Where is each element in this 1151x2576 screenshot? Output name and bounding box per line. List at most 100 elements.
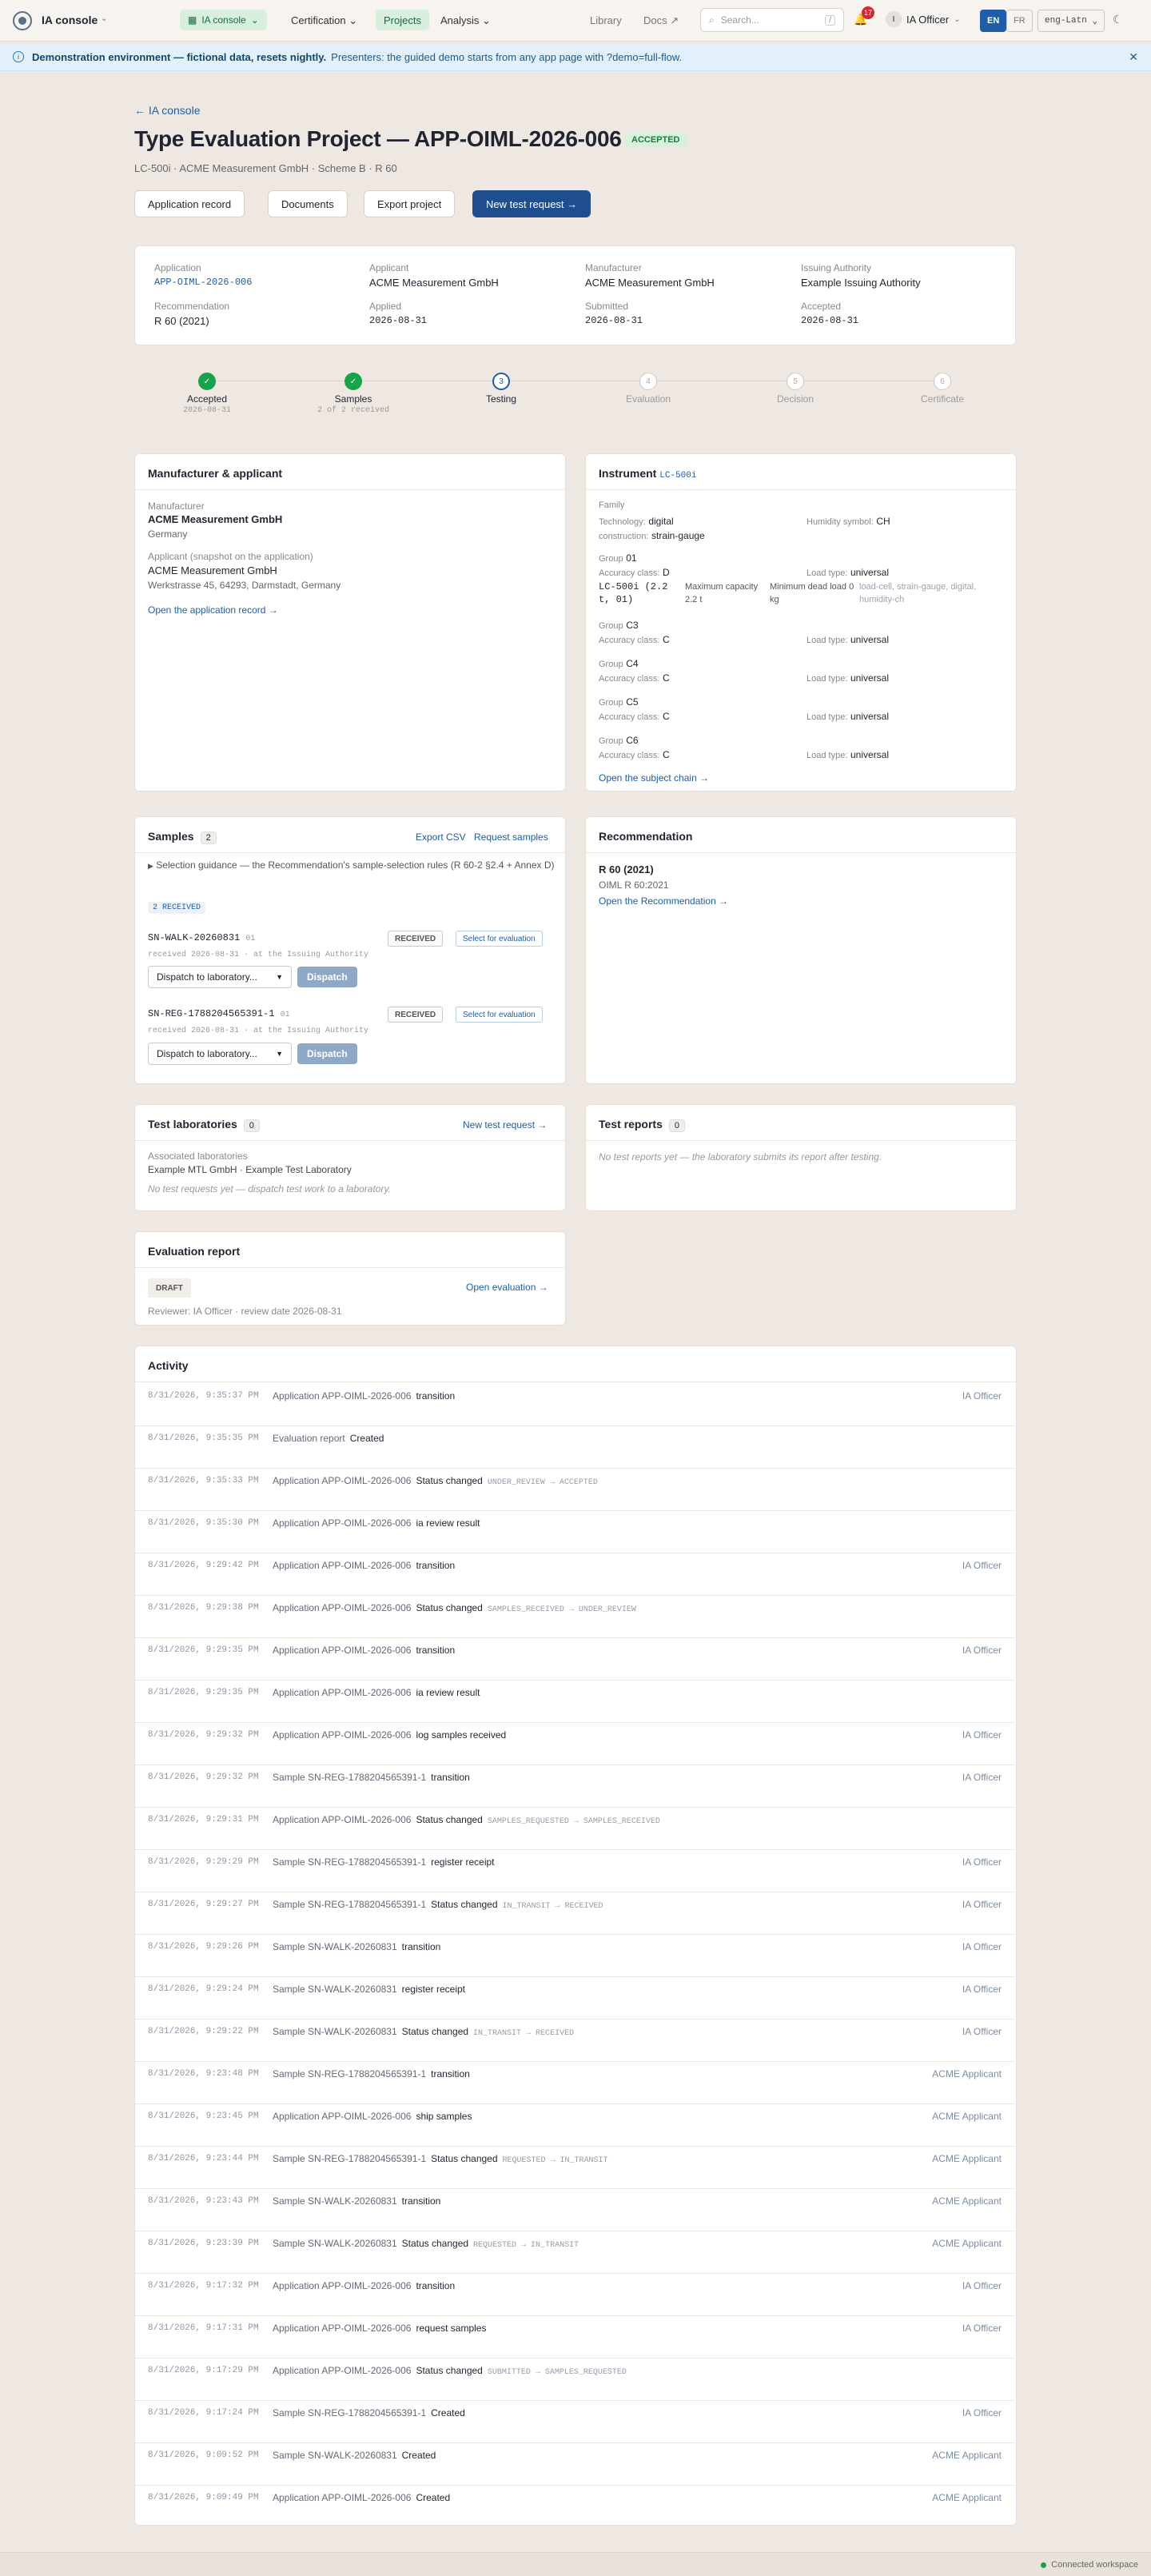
dispatch-lab-select[interactable]: Dispatch to laboratory... ▼ [148,1043,292,1065]
console-switcher[interactable]: ▦ IA console ⌄ [180,10,267,30]
submitted-label: Submitted [585,301,629,312]
step-certificate: 6 Certificate [878,373,1006,405]
close-icon[interactable]: ✕ [1129,50,1138,64]
activity-subject[interactable]: Application APP-OIML-2026-006 [273,1517,411,1529]
technology-row: Technology: digital [599,515,674,527]
activity-subject[interactable]: Sample SN-WALK-20260831 [273,2450,397,2461]
select-for-evaluation-button[interactable]: Select for evaluation [456,931,543,947]
lang-fr-button[interactable]: FR [1006,10,1033,32]
activity-subject[interactable]: Application APP-OIML-2026-006 [273,1687,411,1698]
activity-subject[interactable]: Application APP-OIML-2026-006 [273,1602,411,1613]
documents-button[interactable]: Documents [268,190,348,217]
activity-subject[interactable]: Application APP-OIML-2026-006 [273,1645,411,1656]
user-menu[interactable]: I IA Officer ⌄ [886,11,961,27]
nav-library[interactable]: Library [590,14,622,26]
activity-subject[interactable]: Application APP-OIML-2026-006 [273,1390,411,1402]
group-c6-title: Group C6 [599,734,639,746]
sample-id[interactable]: SN-WALK-20260831 01 [148,932,255,943]
activity-subject[interactable]: Application APP-OIML-2026-006 [273,2323,411,2334]
activity-subject[interactable]: Sample SN-WALK-20260831 [273,2026,397,2037]
selection-guidance-toggle[interactable]: ▶ Selection guidance — the Recommendatio… [148,859,556,872]
activity-subject[interactable]: Application APP-OIML-2026-006 [273,1560,411,1571]
activity-subject[interactable]: Sample SN-REG-1788204565391-1 [273,1899,426,1910]
accepted-value: 2026-08-31 [801,315,859,326]
activity-action: Status changed [416,2365,483,2376]
export-project-button[interactable]: Export project [364,190,456,217]
application-record-button[interactable]: Application record [134,190,245,217]
dispatch-button[interactable]: Dispatch [297,1043,357,1064]
activity-subject[interactable]: Application APP-OIML-2026-006 [273,2492,411,2503]
activity-subject[interactable]: Application APP-OIML-2026-006 [273,2280,411,2291]
application-id[interactable]: APP-OIML-2026-006 [154,277,252,288]
console-switcher-label: IA console [201,14,246,26]
activity-subject[interactable]: Sample SN-WALK-20260831 [273,1941,397,1952]
dispatch-lab-select[interactable]: Dispatch to laboratory... ▼ [148,966,292,988]
activity-event: Application APP-OIML-2026-006 ship sample… [273,2111,472,2122]
nav-analysis[interactable]: Analysis ⌄ [440,14,491,27]
external-link-icon: ↗ [670,14,679,26]
activity-subject[interactable]: Application APP-OIML-2026-006 [273,1475,411,1486]
humidity-row: Humidity symbol: CH [806,515,890,527]
nav-docs[interactable]: Docs ↗ [643,14,679,27]
open-recommendation-link[interactable]: Open the Recommendation → [599,895,728,907]
humidity-value: CH [876,516,890,527]
received-tag: 2 RECEIVED [148,902,206,914]
accuracy-row: Accuracy class: C [599,672,670,684]
accuracy-row: Accuracy class: C [599,633,670,645]
group-label: Group [599,554,623,564]
authority-value: Example Issuing Authority [801,277,921,289]
divider [135,2485,1014,2486]
activity-actor: ACME Applicant [932,2492,1002,2503]
activity-subject[interactable]: Application APP-OIML-2026-006 [273,1814,411,1825]
app-logo-icon[interactable] [13,11,32,30]
activity-subject[interactable]: Sample SN-WALK-20260831 [273,2195,397,2207]
activity-time: 8/31/2026, 9:29:27 PM [148,1900,259,1909]
new-test-request-link[interactable]: New test request → [463,1119,547,1130]
activity-action: transition [431,2068,470,2080]
export-csv-link[interactable]: Export CSV [416,831,466,843]
recommendation-card: Recommendation R 60 (2021) OIML R 60:202… [585,816,1017,1084]
activity-subject[interactable]: Sample SN-REG-1788204565391-1 [273,2153,426,2164]
locale-select[interactable]: eng-Latn ⌄ [1037,10,1105,32]
open-application-link[interactable]: Open the application record → [148,604,278,616]
summary-card: Application APP-OIML-2026-006 Recommenda… [134,245,1016,345]
activity-subject[interactable]: Application APP-OIML-2026-006 [273,1729,411,1741]
applied-label: Applied [369,301,402,312]
activity-action: Created [431,2407,465,2418]
sample-id[interactable]: SN-REG-1788204565391-1 01 [148,1008,290,1019]
open-subject-chain-link[interactable]: Open the subject chain → [599,772,709,784]
back-link[interactable]: ← IA console [134,104,201,117]
activity-subject[interactable]: Sample SN-WALK-20260831 [273,2238,397,2249]
new-test-request-button[interactable]: New test request → [472,190,591,217]
activity-subject[interactable]: Sample SN-REG-1788204565391-1 [273,2407,426,2418]
activity-subject[interactable]: Sample SN-WALK-20260831 [273,1984,397,1995]
activity-subject[interactable]: Sample SN-REG-1788204565391-1 [273,2068,426,2080]
activity-action: transition [416,1390,456,1402]
activity-subject[interactable]: Sample SN-REG-1788204565391-1 [273,1772,426,1783]
search-input[interactable]: ⌕ Search... / [700,8,844,32]
activity-time: 8/31/2026, 9:17:32 PM [148,2281,259,2291]
lang-en-button[interactable]: EN [980,10,1007,32]
status-badge: ACCEPTED [625,133,687,147]
request-samples-link[interactable]: Request samples [474,831,548,843]
activity-action: transition [401,2195,441,2207]
activity-subject[interactable]: Application APP-OIML-2026-006 [273,2111,411,2122]
activity-subject[interactable]: Application APP-OIML-2026-006 [273,2365,411,2376]
instrument-code[interactable]: LC-500i [659,471,696,481]
divider [135,1976,1014,1977]
activity-row: 8/31/2026, 9:29:24 PM Sample SN-WALK-2026… [135,1976,1014,2019]
theme-toggle-icon[interactable]: ☾ [1113,13,1123,26]
dispatch-button[interactable]: Dispatch [297,967,357,987]
activity-row: 8/31/2026, 9:35:35 PM Evaluation report Cr… [135,1426,1014,1468]
activity-subject[interactable]: Sample SN-REG-1788204565391-1 [273,1856,426,1868]
activity-row: 8/31/2026, 9:23:48 PM Sample SN-REG-17882… [135,2061,1014,2103]
select-for-evaluation-button[interactable]: Select for evaluation [456,1007,543,1023]
activity-transition: SAMPLES_RECEIVED → UNDER_REVIEW [487,1605,636,1614]
nav-projects[interactable]: Projects [376,10,429,30]
brand-name[interactable]: IA console [42,14,98,26]
nav-certification[interactable]: Certification ⌄ [291,14,357,27]
activity-subject[interactable]: Evaluation report [273,1433,345,1444]
open-evaluation-link[interactable]: Open evaluation → [466,1282,548,1293]
chevron-down-icon[interactable]: ⌄ [101,14,107,23]
activity-row: 8/31/2026, 9:23:39 PM Sample SN-WALK-2026… [135,2231,1014,2273]
